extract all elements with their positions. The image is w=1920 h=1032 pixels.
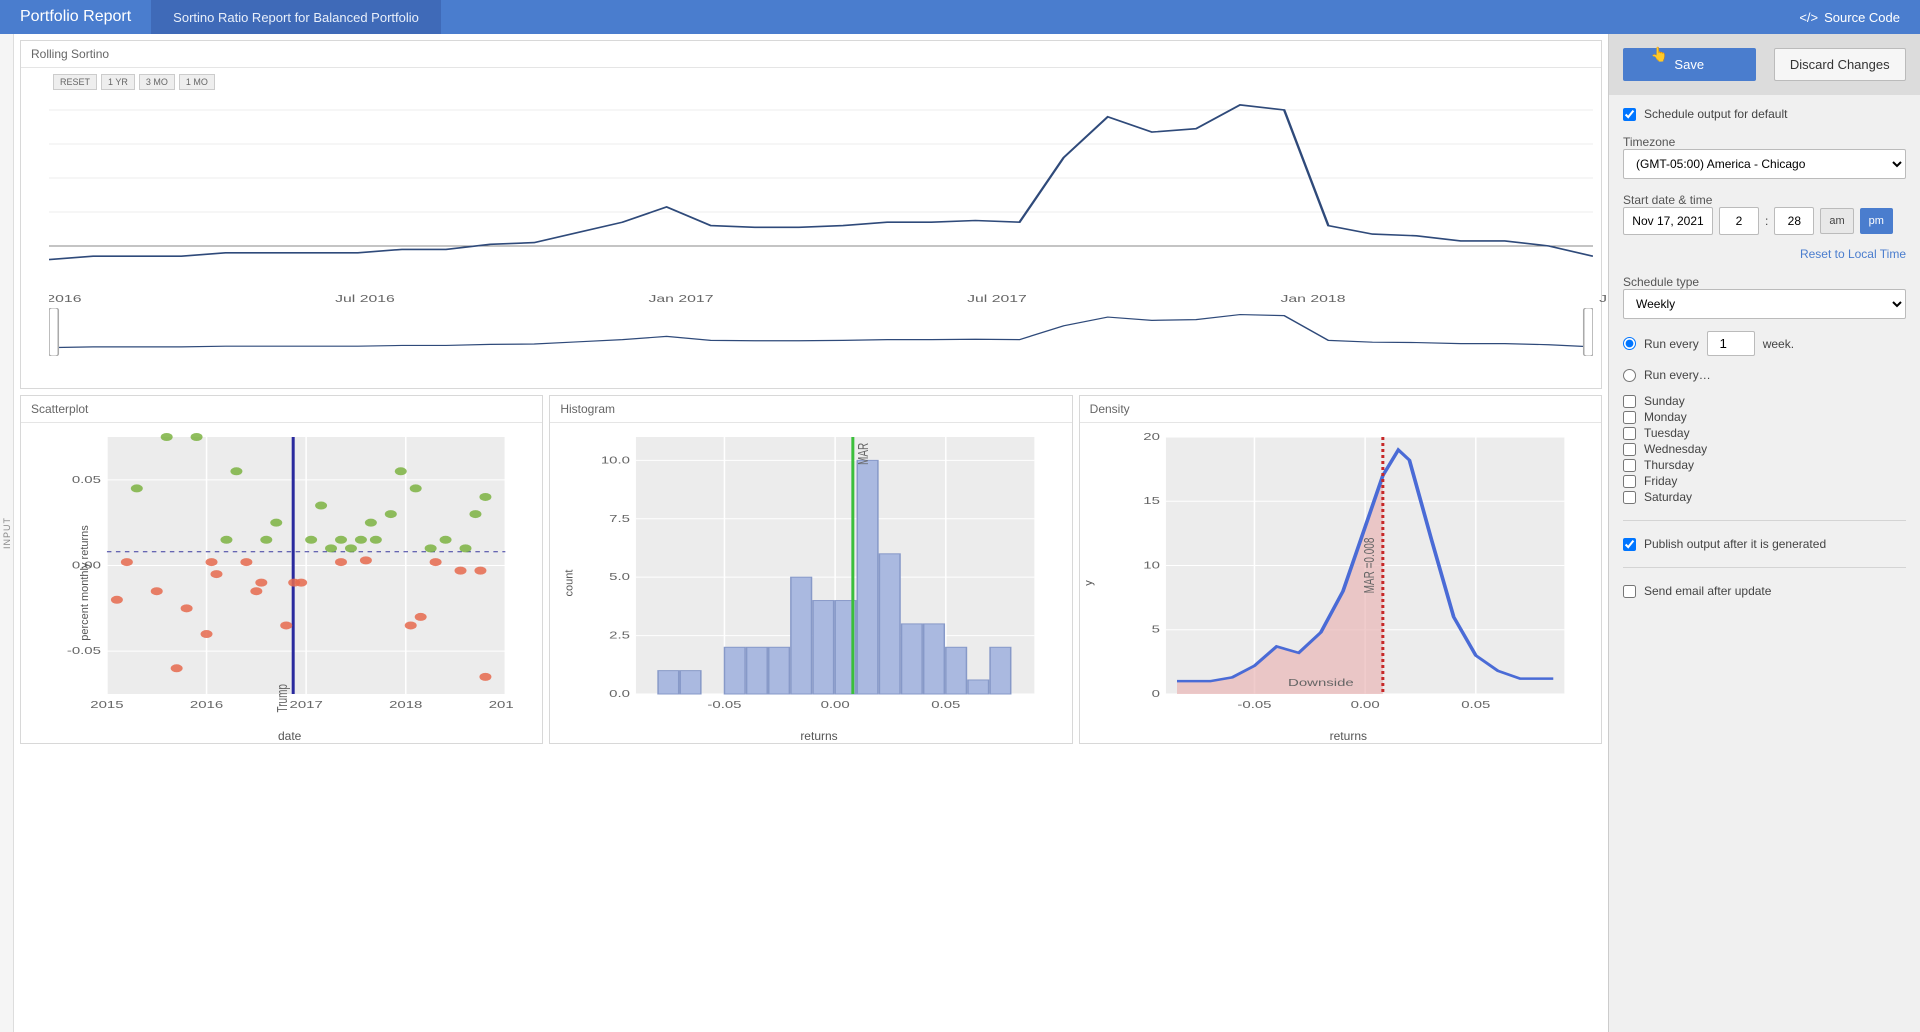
send-email-label: Send email after update [1644, 584, 1771, 598]
rolling-sortino-title: Rolling Sortino [21, 41, 1601, 68]
scatterplot-title: Scatterplot [21, 396, 542, 423]
density-title: Density [1080, 396, 1601, 423]
top-bar: Portfolio Report Sortino Ratio Report fo… [0, 0, 1920, 34]
day-saturday-checkbox[interactable] [1623, 491, 1636, 504]
svg-text:0.05: 0.05 [72, 473, 101, 485]
density-card: Density y MAR =0.008 Downside -0.05 0.00 0.0… [1079, 395, 1602, 744]
range-reset[interactable]: RESET [53, 74, 97, 90]
day-list: SundayMondayTuesdayWednesdayThursdayFrid… [1623, 394, 1906, 504]
save-button[interactable]: Save [1623, 48, 1756, 81]
run-every-alt-radio[interactable] [1623, 369, 1636, 382]
brush-overview[interactable] [49, 308, 1593, 356]
start-date-label: Start date & time [1623, 193, 1906, 207]
day-tuesday-checkbox[interactable] [1623, 427, 1636, 440]
reset-local-time-link[interactable]: Reset to Local Time [1623, 247, 1906, 261]
svg-text:2017: 2017 [289, 699, 322, 711]
run-every-n-input[interactable] [1707, 331, 1755, 356]
svg-text:Downside: Downside [1288, 677, 1354, 689]
histogram-xlabel: returns [594, 729, 1043, 743]
rolling-sortino-chart[interactable]: 01234 [49, 88, 1593, 288]
hour-input[interactable] [1719, 207, 1759, 235]
svg-text:10.0: 10.0 [601, 454, 630, 466]
scatter-ylabel: percent monthly returns [79, 525, 91, 641]
svg-text:Jan 2018: Jan 2018 [1280, 293, 1345, 304]
schedule-output-checkbox[interactable] [1623, 108, 1636, 121]
svg-text:2019: 2019 [489, 699, 515, 711]
histogram-ylabel: count [564, 570, 576, 597]
density-ylabel: y [1082, 580, 1094, 586]
schedule-type-label: Schedule type [1623, 275, 1906, 289]
svg-text:20: 20 [1143, 431, 1160, 442]
svg-text:5: 5 [1151, 623, 1159, 635]
svg-text:2015: 2015 [90, 699, 123, 711]
am-toggle[interactable]: am [1820, 208, 1853, 234]
svg-text:7.5: 7.5 [609, 512, 630, 524]
svg-text:15: 15 [1143, 495, 1160, 507]
day-wednesday-checkbox[interactable] [1623, 443, 1636, 456]
svg-text:10: 10 [1143, 559, 1160, 571]
histogram-chart[interactable]: MAR -0.05 0.00 0.05 0.0 2.5 5.0 7.5 10.0 [594, 431, 1043, 716]
publish-output-label: Publish output after it is generated [1644, 537, 1826, 551]
code-icon: </> [1799, 10, 1818, 25]
svg-text:-0.05: -0.05 [1237, 699, 1271, 711]
page-subtitle: Sortino Ratio Report for Balanced Portfo… [151, 0, 441, 34]
svg-text:MAR =0.008: MAR =0.008 [1359, 538, 1377, 594]
day-sunday-checkbox[interactable] [1623, 395, 1636, 408]
sidebar: Save Discard Changes 👆 Schedule output f… [1608, 34, 1920, 1032]
svg-text:0.05: 0.05 [932, 699, 961, 711]
timezone-select[interactable]: (GMT-05:00) America - Chicago [1623, 149, 1906, 179]
schedule-output-label: Schedule output for default [1644, 107, 1787, 121]
range-1mo[interactable]: 1 MO [179, 74, 215, 90]
range-1yr[interactable]: 1 YR [101, 74, 135, 90]
day-monday-checkbox[interactable] [1623, 411, 1636, 424]
svg-text:Jul 2018: Jul 2018 [1599, 293, 1608, 304]
run-every-n-radio[interactable] [1623, 337, 1636, 350]
date-input[interactable] [1623, 207, 1713, 235]
source-code-button[interactable]: </> Source Code [1799, 10, 1900, 25]
histogram-title: Histogram [550, 396, 1071, 423]
rolling-sortino-card: Rolling Sortino RESET 1 YR 3 MO 1 MO 012… [20, 40, 1602, 389]
input-tab[interactable]: INPUT [0, 34, 14, 1032]
svg-text:2018: 2018 [389, 699, 422, 711]
send-email-checkbox[interactable] [1623, 585, 1636, 598]
svg-text:0.0: 0.0 [609, 688, 630, 700]
publish-output-checkbox[interactable] [1623, 538, 1636, 551]
svg-text:Jan 2016: Jan 2016 [49, 293, 82, 304]
svg-text:Trump: Trump [273, 684, 291, 712]
svg-text:0: 0 [1151, 688, 1159, 700]
discard-button[interactable]: Discard Changes [1774, 48, 1907, 81]
scatter-xlabel: date [65, 729, 514, 743]
day-friday-checkbox[interactable] [1623, 475, 1636, 488]
range-3mo[interactable]: 3 MO [139, 74, 175, 90]
svg-text:5.0: 5.0 [609, 571, 630, 583]
svg-text:0.00: 0.00 [1350, 699, 1379, 711]
svg-text:2.5: 2.5 [609, 629, 630, 641]
svg-text:-0.05: -0.05 [67, 645, 101, 657]
pm-toggle[interactable]: pm [1860, 208, 1893, 234]
density-xlabel: returns [1124, 729, 1573, 743]
page-title: Portfolio Report [0, 8, 151, 26]
svg-text:Jul 2016: Jul 2016 [335, 293, 395, 304]
minute-input[interactable] [1774, 207, 1814, 235]
scatterplot-chart[interactable]: Trump20152016201720182019-0.050.000.05 [65, 431, 514, 716]
day-thursday-checkbox[interactable] [1623, 459, 1636, 472]
svg-text:Jan 2017: Jan 2017 [648, 293, 713, 304]
svg-text:0.00: 0.00 [821, 699, 850, 711]
svg-text:Jul 2017: Jul 2017 [967, 293, 1027, 304]
svg-text:MAR: MAR [854, 443, 872, 465]
schedule-type-select[interactable]: Weekly [1623, 289, 1906, 319]
timezone-label: Timezone [1623, 135, 1906, 149]
range-buttons: RESET 1 YR 3 MO 1 MO [53, 74, 215, 90]
density-chart[interactable]: MAR =0.008 Downside -0.05 0.00 0.05 0 5 10 15 20 [1124, 431, 1573, 716]
histogram-card: Histogram count MAR -0.05 0.00 0.05 0.0 2.5 5.… [549, 395, 1072, 744]
svg-text:0.05: 0.05 [1461, 699, 1490, 711]
svg-text:2016: 2016 [190, 699, 223, 711]
svg-text:-0.05: -0.05 [708, 699, 742, 711]
scatterplot-card: Scatterplot percent monthly returns Trum… [20, 395, 543, 744]
